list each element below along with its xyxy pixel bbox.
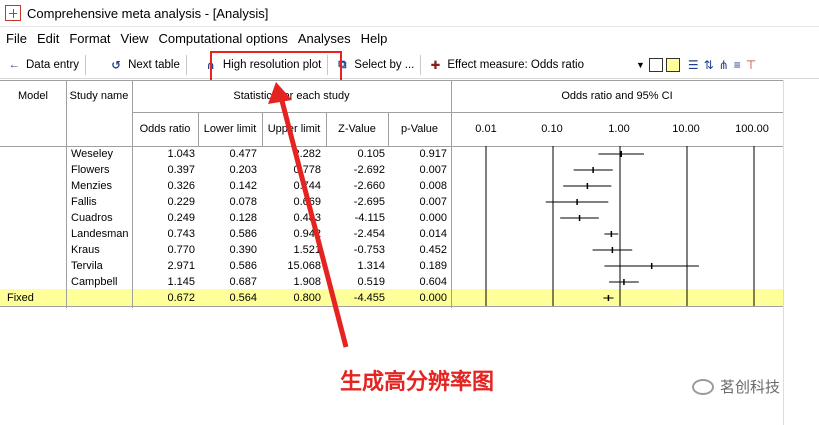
arrow-shaft (278, 96, 349, 348)
watermark-text: 茗创科技 (720, 379, 781, 396)
watermark: 茗创科技 (692, 376, 780, 397)
annotation-text: 生成高分辨率图 (340, 370, 495, 395)
wechat-icon (692, 378, 714, 395)
arrow-head (268, 82, 292, 104)
annotation-arrow (268, 82, 349, 348)
